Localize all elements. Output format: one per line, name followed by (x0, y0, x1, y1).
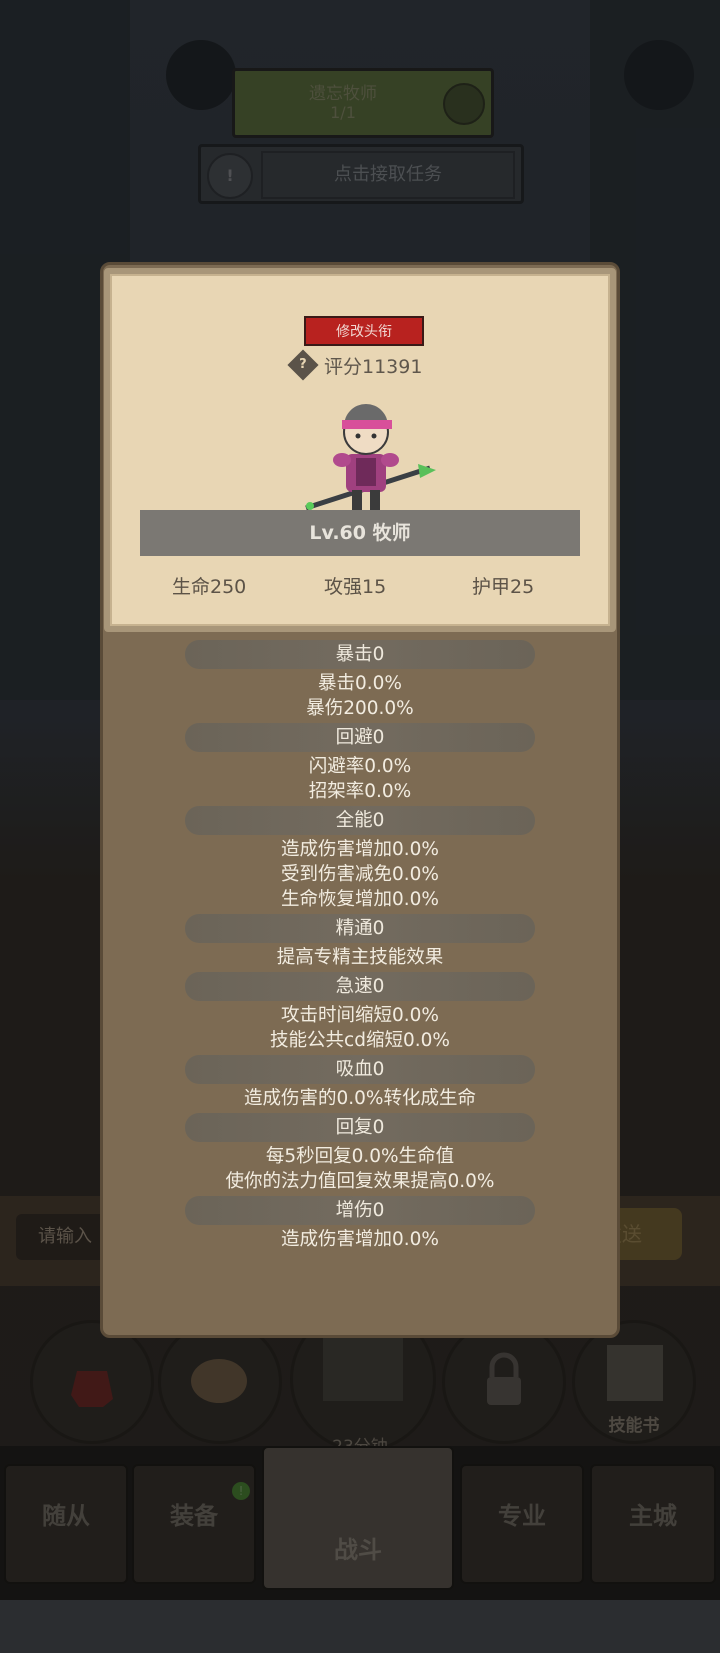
attr-line: 暴伤200.0% (306, 698, 414, 719)
attr-header-regen: 回复0 (185, 1113, 535, 1142)
attr-header-lifesteal: 吸血0 (185, 1055, 535, 1084)
attr-line: 每5秒回复0.0%生命值 (265, 1146, 455, 1167)
help-icon[interactable]: ? (287, 349, 319, 381)
attr-line: 招架率0.0% (308, 781, 412, 802)
attr-header-crit: 暴击0 (185, 640, 535, 669)
attr-line: 造成伤害增加0.0% (280, 1229, 439, 1250)
attr-header-damage-bonus: 增伤0 (185, 1196, 535, 1225)
attribute-list: 暴击0 暴击0.0% 暴伤200.0% 回避0 闪避率0.0% 招架率0.0% … (100, 638, 620, 1252)
attr-line: 攻击时间缩短0.0% (280, 1005, 439, 1026)
attr-line: 技能公共cd缩短0.0% (270, 1030, 450, 1051)
character-portrait (305, 404, 436, 511)
attr-line: 生命恢复增加0.0% (280, 889, 439, 910)
attr-line: 造成伤害的0.0%转化成生命 (243, 1088, 476, 1109)
stat-armor: 护甲25 (472, 576, 535, 598)
attr-line: 受到伤害减免0.0% (280, 864, 439, 885)
attr-line: 暴击0.0% (318, 673, 402, 694)
level-class-banner: Lv.60 牧师 (140, 510, 580, 556)
stat-hp: 生命250 (172, 576, 247, 598)
attr-line: 使你的法力值回复效果提高0.0% (225, 1171, 495, 1192)
attr-line: 提高专精主技能效果 (276, 947, 444, 968)
attr-header-versatility: 全能0 (185, 806, 535, 835)
attr-line: 闪避率0.0% (308, 756, 412, 777)
character-card: 修改头衔 ? 评分11391 Lv.60 牧师 生命250 攻强15 护甲25 (104, 268, 616, 632)
attr-header-mastery: 精通0 (185, 914, 535, 943)
score-text: 评分11391 (324, 356, 423, 378)
attr-line: 造成伤害增加0.0% (280, 839, 439, 860)
help-icon-glyph: ? (299, 356, 307, 372)
attr-header-avoidance: 回避0 (185, 723, 535, 752)
attr-header-haste: 急速0 (185, 972, 535, 1001)
stat-attack: 攻强15 (324, 576, 387, 598)
edit-title-button[interactable]: 修改头衔 (304, 316, 424, 346)
